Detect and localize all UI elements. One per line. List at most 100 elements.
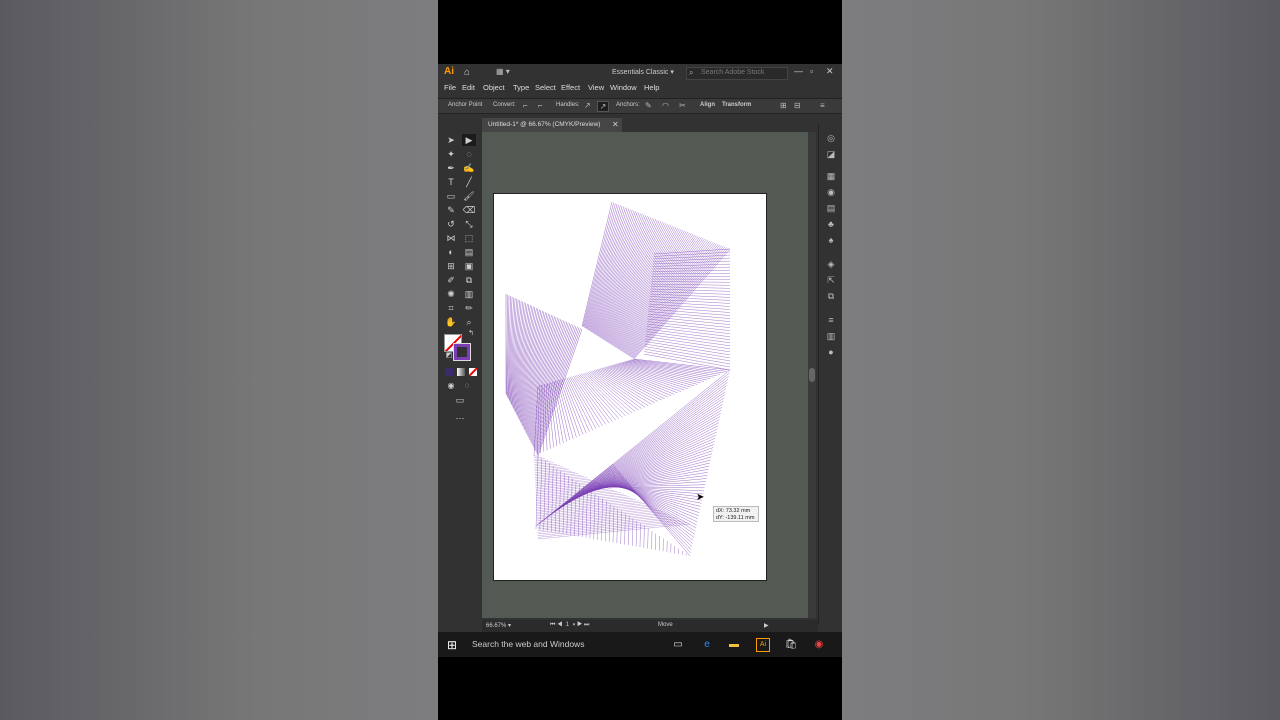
stroke-panel-icon[interactable]: ≡ xyxy=(825,314,837,326)
close-window-button[interactable]: ✕ xyxy=(826,66,834,77)
shaper-tool-icon[interactable]: ✎ xyxy=(444,204,458,216)
convert-to-smooth-icon[interactable]: ⌐ xyxy=(538,101,543,110)
draw-mode-icon[interactable]: ◉ xyxy=(444,380,458,392)
pen-tool-icon[interactable]: ✒ xyxy=(444,162,458,174)
selection-tool-icon[interactable]: ➤ xyxy=(444,134,458,146)
magic-wand-tool-icon[interactable]: ✦ xyxy=(444,148,458,160)
taskbar-search[interactable]: Search the web and Windows xyxy=(472,639,584,649)
brushes-icon[interactable]: ◉ xyxy=(825,186,837,198)
paintbrush-tool-icon[interactable]: 🖌 xyxy=(462,190,476,202)
show-handles-icon[interactable]: ↗ xyxy=(584,101,591,110)
screen-mode-icon[interactable]: ▭ xyxy=(453,394,467,406)
hide-handles-icon[interactable]: ↗ xyxy=(597,101,609,112)
scale-tool-icon[interactable]: ⤡ xyxy=(462,218,476,230)
graphic-styles-icon[interactable]: ♣ xyxy=(825,218,837,230)
convert-to-corner-icon[interactable]: ⌐ xyxy=(523,101,528,110)
gradient-panel-icon[interactable]: ▥ xyxy=(825,330,837,342)
distribute-icon[interactable]: ⊟ xyxy=(794,101,801,110)
lasso-tool-icon[interactable]: ◌ xyxy=(462,148,476,160)
menu-view[interactable]: View xyxy=(588,83,604,92)
artboard-navigator[interactable]: ⏮ ◀ 1 ▾ ▶ ⏭ xyxy=(550,622,589,629)
isolate-icon[interactable]: ⊞ xyxy=(780,101,787,110)
windows-start-icon[interactable]: ⊞ xyxy=(447,638,457,652)
maximize-button[interactable]: ▫ xyxy=(810,66,813,76)
appearance-icon[interactable]: ♠ xyxy=(825,234,837,246)
eraser-tool-icon[interactable]: ⌫ xyxy=(462,204,476,216)
draw-behind-icon[interactable]: ◌ xyxy=(460,380,474,392)
status-expand-icon[interactable]: ▶ xyxy=(764,622,769,629)
menu-edit[interactable]: Edit xyxy=(462,83,475,92)
mesh-tool-icon[interactable]: ⊞ xyxy=(444,260,458,272)
handles-label: Handles: xyxy=(556,102,580,108)
file-explorer-icon[interactable]: ▬ xyxy=(727,638,741,652)
vertical-scroll-thumb[interactable] xyxy=(809,368,815,382)
menu-object[interactable]: Object xyxy=(483,83,505,92)
shape-builder-tool-icon[interactable]: ◐ xyxy=(444,246,458,258)
perspective-grid-tool-icon[interactable]: ▤ xyxy=(462,246,476,258)
gradient-tool-icon[interactable]: ▣ xyxy=(462,260,476,272)
illustrator-taskbar-icon[interactable]: Ai xyxy=(756,638,770,652)
close-document-button[interactable]: ✕ xyxy=(612,120,619,129)
hand-tool-icon[interactable]: ✋ xyxy=(444,316,458,328)
gradient-mode-icon[interactable] xyxy=(457,368,465,376)
menu-type[interactable]: Type xyxy=(513,83,529,92)
menu-select[interactable]: Select xyxy=(535,83,556,92)
swap-fill-stroke-icon[interactable]: ↰ xyxy=(464,328,478,340)
arrange-documents-icon[interactable]: ▦ ▾ xyxy=(496,67,510,76)
status-bar: 66.67% ▾ ⏮ ◀ 1 ▾ ▶ ⏭ Move ▶ xyxy=(482,620,818,632)
color-panel-icon[interactable]: ◎ xyxy=(825,132,837,144)
rotate-tool-icon[interactable]: ↺ xyxy=(444,218,458,230)
layers-icon[interactable]: ◈ xyxy=(825,258,837,270)
transform-link[interactable]: Transform xyxy=(722,102,751,108)
connect-path-icon[interactable]: ◠ xyxy=(662,101,669,110)
minimize-button[interactable]: — xyxy=(794,66,803,76)
color-mode-icon[interactable] xyxy=(445,368,453,376)
artboards-icon[interactable]: ⧉ xyxy=(825,290,837,302)
panel-menu-icon[interactable]: ≡ xyxy=(820,101,825,110)
width-tool-icon[interactable]: ⋈ xyxy=(444,232,458,244)
menu-effect[interactable]: Effect xyxy=(561,83,580,92)
artboard[interactable]: ➤ dX: 73.32 mm dY: -139.11 mm xyxy=(493,193,767,581)
menu-help[interactable]: Help xyxy=(644,83,659,92)
slice-tool-icon[interactable]: ✏ xyxy=(462,302,476,314)
menu-file[interactable]: File xyxy=(444,83,456,92)
direct-selection-tool-icon[interactable]: ▶ xyxy=(462,134,476,146)
workspace-switcher[interactable]: Essentials Classic ▾ xyxy=(612,68,674,76)
swatches-icon[interactable]: ▦ xyxy=(825,170,837,182)
store-icon[interactable]: 🛍 xyxy=(784,638,798,652)
transparency-icon[interactable]: ● xyxy=(825,346,837,358)
cut-path-icon[interactable]: ✂ xyxy=(679,101,686,110)
none-mode-icon[interactable] xyxy=(469,368,477,376)
rectangle-tool-icon[interactable]: ▭ xyxy=(444,190,458,202)
asset-export-icon[interactable]: ⇱ xyxy=(825,274,837,286)
illustrator-window: Ai ⌂ ▦ ▾ Essentials Classic ▾ ⌕ Search A… xyxy=(438,64,842,632)
convert-label: Convert: xyxy=(493,102,516,108)
free-transform-tool-icon[interactable]: ⬚ xyxy=(462,232,476,244)
symbol-sprayer-tool-icon[interactable]: ✺ xyxy=(444,288,458,300)
zoom-level[interactable]: 66.67% ▾ xyxy=(486,622,511,629)
column-graph-tool-icon[interactable]: ▥ xyxy=(462,288,476,300)
canvas-area[interactable]: ➤ dX: 73.32 mm dY: -139.11 mm xyxy=(482,132,808,618)
stroke-swatch[interactable] xyxy=(453,343,471,361)
home-icon[interactable]: ⌂ xyxy=(464,67,470,78)
document-tab[interactable]: Untitled-1* @ 66.67% (CMYK/Preview) ✕ xyxy=(482,118,622,132)
curvature-tool-icon[interactable]: ✍ xyxy=(462,162,476,174)
vertical-scrollbar[interactable] xyxy=(808,132,816,618)
symbols-icon[interactable]: ▤ xyxy=(825,202,837,214)
align-link[interactable]: Align xyxy=(700,102,715,108)
edge-browser-icon[interactable]: e xyxy=(700,638,714,652)
task-view-icon[interactable]: ▭ xyxy=(671,638,685,652)
line-tool-icon[interactable]: ╱ xyxy=(462,176,476,188)
zoom-tool-icon[interactable]: ⌕ xyxy=(462,316,476,328)
menu-window[interactable]: Window xyxy=(610,83,637,92)
type-tool-icon[interactable]: T xyxy=(444,176,458,188)
remove-anchor-icon[interactable]: ✎ xyxy=(645,101,652,110)
chrome-browser-icon[interactable]: ◉ xyxy=(812,638,826,652)
eyedropper-tool-icon[interactable]: ✐ xyxy=(444,274,458,286)
color-guide-icon[interactable]: ◪ xyxy=(825,148,837,160)
default-colors-icon[interactable]: ◩ xyxy=(442,350,456,362)
more-tools-icon[interactable]: ⋯ xyxy=(453,412,467,424)
blend-tool-icon[interactable]: ⧉ xyxy=(462,274,476,286)
artboard-tool-icon[interactable]: ⌗ xyxy=(444,302,458,314)
stock-search-input[interactable]: ⌕ Search Adobe Stock xyxy=(686,67,788,80)
